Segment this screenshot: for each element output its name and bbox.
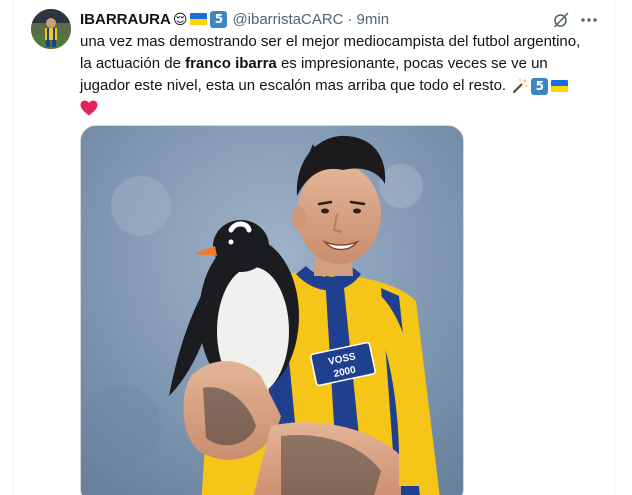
ukraine-flag-icon bbox=[551, 80, 569, 93]
photo-player-with-penguin: VOSS 2000 bbox=[81, 126, 463, 495]
column-divider-left bbox=[13, 0, 14, 495]
text-segment: la actuación de bbox=[80, 55, 186, 72]
tweet[interactable]: IBARRAURA 😌 5 @ibarristaCARC · 9min una … bbox=[0, 0, 632, 495]
tweet-media-image[interactable]: VOSS 2000 bbox=[80, 125, 464, 495]
separator-dot: · bbox=[347, 10, 353, 28]
timestamp[interactable]: 9min bbox=[357, 11, 390, 28]
tweet-header: IBARRAURA 😌 5 @ibarristaCARC · 9min bbox=[80, 9, 389, 29]
user-handle[interactable]: @ibarristaCARC bbox=[232, 11, 343, 28]
tweet-text-line-3: jugador este nivel, esta un escalón mas … bbox=[80, 75, 610, 97]
text-segment: es impresionante, pocas veces se ve un bbox=[276, 55, 548, 72]
bold-player-name: franco ibarra bbox=[185, 55, 277, 72]
tweet-text: una vez mas demostrando ser el mejor med… bbox=[80, 31, 610, 119]
magic-wand-icon bbox=[513, 79, 528, 94]
grok-icon bbox=[554, 12, 569, 28]
red-heart-icon bbox=[80, 100, 98, 116]
avatar[interactable] bbox=[31, 9, 71, 49]
relieved-face-emoji: 😌 bbox=[172, 10, 188, 27]
more-options-button[interactable] bbox=[578, 9, 600, 31]
ukraine-flag-icon bbox=[190, 13, 208, 25]
column-divider-right bbox=[614, 0, 615, 495]
tweet-text-line-1: una vez mas demostrando ser el mejor med… bbox=[80, 33, 581, 50]
tweet-text-line-4 bbox=[80, 97, 610, 119]
keycap-five-icon: 5 bbox=[531, 77, 549, 95]
more-icon bbox=[581, 18, 597, 22]
display-name[interactable]: IBARRAURA bbox=[80, 11, 171, 28]
grok-button[interactable] bbox=[550, 9, 572, 31]
text-segment: jugador este nivel, esta un escalón mas … bbox=[80, 77, 511, 94]
keycap-five-icon: 5 bbox=[210, 10, 228, 28]
avatar-image bbox=[31, 9, 71, 49]
tweet-text-line-2: la actuación de franco ibarra es impresi… bbox=[80, 53, 610, 75]
inline-emoji-group: 5 bbox=[510, 77, 569, 95]
